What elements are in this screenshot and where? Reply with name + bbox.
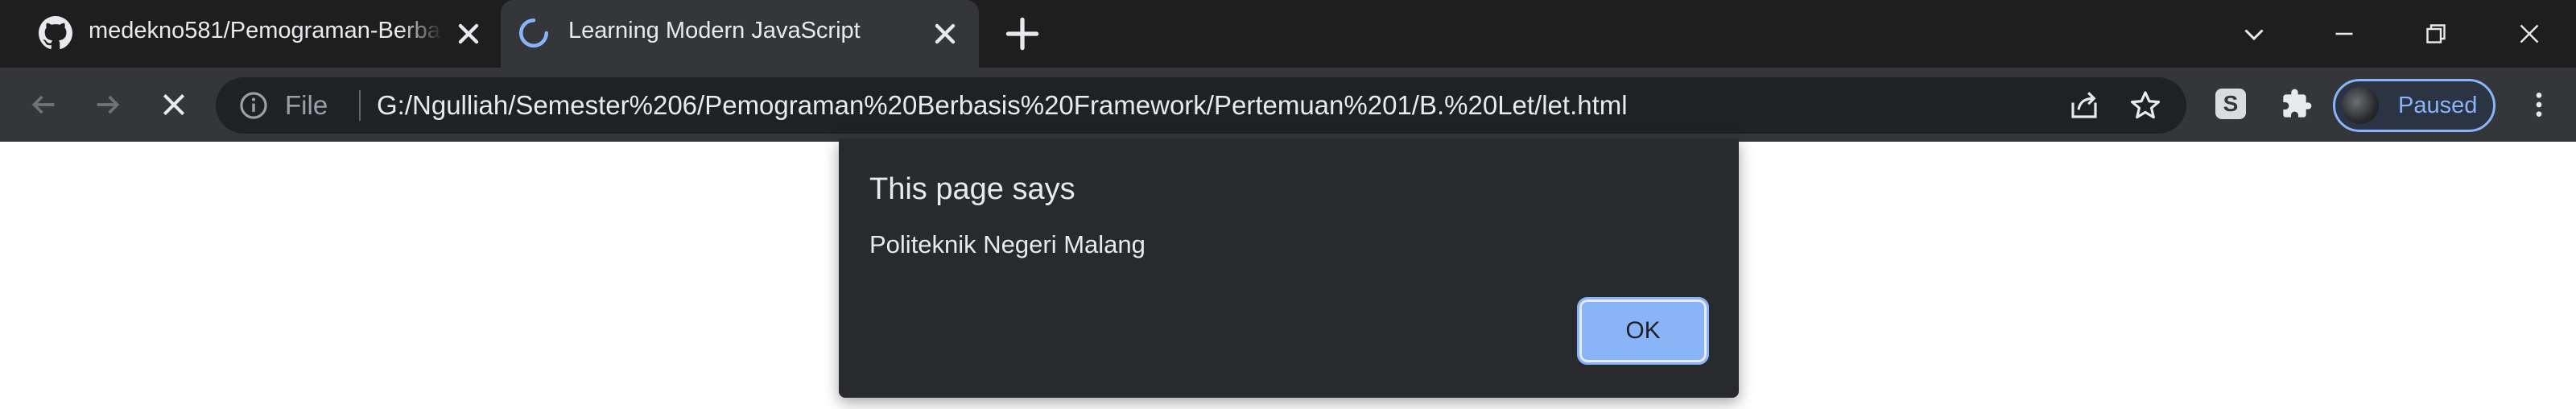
dialog-message: Politeknik Negeri Malang <box>869 230 1146 258</box>
toolbar: File G:/Ngulliah/Semester%206/Pemograman… <box>0 68 2576 142</box>
minimize-icon[interactable] <box>2322 11 2367 56</box>
avatar <box>2342 87 2379 124</box>
url-scheme-label: File <box>285 90 328 120</box>
tab-search-chevron-down-icon[interactable] <box>2231 11 2277 56</box>
github-icon <box>39 16 72 49</box>
extensions-puzzle-icon[interactable] <box>2278 85 2315 122</box>
close-icon[interactable] <box>929 18 961 50</box>
loading-spinner-icon <box>519 18 549 48</box>
new-tab-plus-icon[interactable] <box>1005 16 1040 52</box>
dialog-title: This page says <box>869 172 1075 206</box>
back-arrow-icon[interactable] <box>23 84 64 126</box>
stop-loading-icon[interactable] <box>153 84 195 126</box>
profile-button[interactable]: Paused <box>2333 79 2496 132</box>
forward-arrow-icon[interactable] <box>87 84 129 126</box>
restore-icon[interactable] <box>2413 11 2458 56</box>
tab-github[interactable]: medekno581/Pemograman-Berbasis-Framework <box>0 0 497 68</box>
alert-dialog: This page says Politeknik Negeri Malang … <box>839 138 1739 398</box>
close-icon[interactable] <box>452 18 485 50</box>
share-icon[interactable] <box>2067 89 2101 122</box>
tab-title: Learning Modern JavaScript <box>568 18 861 43</box>
info-icon[interactable] <box>238 90 269 121</box>
divider <box>359 90 361 121</box>
window-close-icon[interactable] <box>2507 11 2552 56</box>
bookmark-star-icon[interactable] <box>2128 89 2162 122</box>
ok-button[interactable]: OK <box>1577 297 1709 365</box>
profile-status-label: Paused <box>2398 93 2478 118</box>
tab-strip: medekno581/Pemograman-Berbasis-Framework… <box>0 0 2576 68</box>
tab-title: medekno581/Pemograman-Berbasis-Framework <box>89 18 443 43</box>
tab-learning-modern-javascript[interactable]: Learning Modern JavaScript <box>501 0 979 68</box>
more-menu-icon[interactable] <box>2518 84 2560 126</box>
address-bar[interactable]: File G:/Ngulliah/Semester%206/Pemograman… <box>216 77 2186 134</box>
extension-s-icon[interactable]: S <box>2215 89 2246 119</box>
url-text[interactable]: G:/Ngulliah/Semester%206/Pemograman%20Be… <box>377 90 1628 121</box>
